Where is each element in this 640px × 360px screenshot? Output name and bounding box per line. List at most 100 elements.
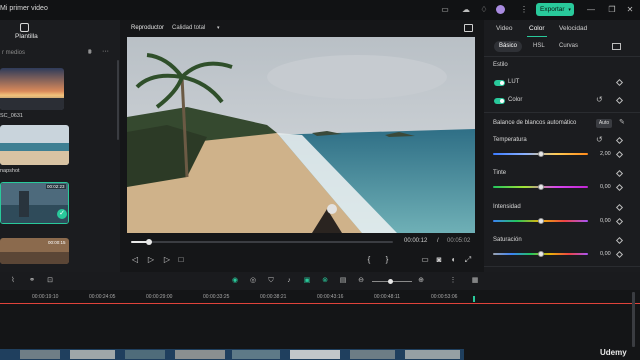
eyedropper-icon[interactable]: ✎ [619,118,625,126]
video-track-clip[interactable] [0,349,464,360]
display-icon[interactable]: ▭ [420,255,430,265]
white-balance-label: Balance de blancos automático [493,120,577,126]
cloud-icon[interactable]: ☁ [460,4,472,16]
more-icon[interactable]: ··· [102,48,109,55]
close-icon[interactable]: ✕ [624,4,636,16]
media-item-label: napshot [0,168,20,174]
quality-select[interactable]: Calidad total ▾ [172,25,220,31]
export-label: Exportar [540,6,565,13]
window-title: Mi primer video [0,5,48,12]
tab-color[interactable]: Color [529,25,545,32]
reset-icon[interactable]: ↺ [596,95,603,104]
layout-icon[interactable]: ▦ [470,276,480,286]
tab-video[interactable]: Video [496,25,513,32]
ruler-tick-label: 00:00:24:05 [89,294,116,300]
quality-value: Calidad total [172,25,206,31]
timeline-playhead[interactable] [0,303,640,304]
avatar[interactable] [496,5,505,14]
slider-knob[interactable] [537,184,544,190]
divider [484,56,640,57]
divider [484,112,640,113]
subtitle-icon[interactable]: ▤ [338,276,348,286]
subtab-basico[interactable]: Básico [494,41,523,52]
play-icon[interactable]: ▷ [162,255,172,265]
record-icon[interactable]: ◎ [248,276,258,286]
playback-scrubber[interactable] [146,239,153,245]
ruler-tick-label: 00:00:38:21 [260,294,287,300]
properties-panel [484,20,640,272]
ruler-tick-label: 00:00:43:16 [317,294,344,300]
zoom-in-icon[interactable]: ⊕ [416,276,426,286]
search-input[interactable]: r medios [2,50,25,56]
volume-icon[interactable]: ◖ [448,255,458,265]
tab-plantilla[interactable]: Plantilla [15,33,38,40]
subtab-curvas[interactable]: Curvas [554,41,583,52]
watermark-logo: Udemy [600,348,627,357]
playback-progress-track[interactable] [131,241,393,243]
lut-label: LUT [508,79,520,85]
ruler-tick-label: 00:00:33:25 [203,294,230,300]
chevron-down-icon: ▾ [568,7,571,13]
duration-badge: 00:00:15 [48,240,66,245]
split-icon[interactable]: ⌇ [8,276,18,286]
ruler-tick-label: 00:00:29:00 [146,294,173,300]
color-label: Color [508,97,523,103]
video-preview[interactable] [127,37,475,233]
timeline-scrollbar[interactable] [632,292,635,347]
zoom-out-icon[interactable]: ⊖ [356,276,366,286]
ai-icon[interactable]: ◉ [230,276,240,286]
camera-icon[interactable]: ◙ [434,255,444,265]
template-icon[interactable] [20,23,29,32]
step-back-icon[interactable]: ◁ [130,255,140,265]
color-toggle[interactable] [494,98,505,104]
duration-badge: 00:02:23 [46,184,66,189]
fullscreen-icon[interactable]: ⤢ [463,255,473,265]
step-play-icon[interactable]: ▷ [146,255,156,265]
screen-icon[interactable]: ▭ [439,4,451,16]
total-time: 00:05:02 [447,238,471,244]
track-lock-icon[interactable] [473,296,475,302]
export-button[interactable]: Exportar ▾ [536,3,574,16]
scrollbar[interactable] [117,60,119,140]
ruler-tick-label: 00:00:48:11 [374,294,401,300]
slider-label: Saturación [493,237,522,243]
subtab-hsl[interactable]: HSL [528,41,550,52]
detach-icon[interactable]: ⊡ [45,276,55,286]
restore-icon[interactable]: ❐ [606,4,618,16]
slider-label: Intensidad [493,204,521,210]
effects-icon[interactable]: ⊗ [320,276,330,286]
sticker-icon[interactable]: ▣ [302,276,312,286]
slider-label: Temperatura [493,137,527,143]
notification-icon[interactable]: ♢ [478,4,490,16]
stop-icon[interactable]: □ [176,255,186,265]
section-estilo: Estilo [493,62,508,68]
minimize-icon[interactable]: — [585,4,597,16]
more-icon[interactable]: ⋮ [518,4,530,16]
time-separator: / [437,238,439,244]
zoom-knob[interactable] [388,279,393,284]
snapshot-icon[interactable] [464,24,473,32]
grid-icon[interactable]: ⋮ [448,276,458,286]
mark-in-icon[interactable]: { [364,255,374,265]
auto-button[interactable]: Auto [596,119,612,128]
mic-icon[interactable]: ♪ [284,276,294,286]
media-thumbnail[interactable] [0,125,69,165]
media-thumbnail[interactable] [0,68,64,110]
slider-knob[interactable] [537,218,544,224]
slider-knob[interactable] [537,251,544,257]
filter-icon[interactable]: ⩩ [88,49,92,57]
current-time: 00:00:12 [404,238,428,244]
shield-icon[interactable]: ⛉ [266,276,276,286]
media-item-label: SC_0631 [0,113,23,119]
ruler-tick-label: 00:00:19:10 [32,294,59,300]
chevron-down-icon: ▾ [217,25,220,31]
divider [484,266,640,267]
tab-velocidad[interactable]: Velocidad [559,25,587,32]
active-tab-indicator [527,36,547,37]
link-icon[interactable]: ⚭ [27,276,37,286]
compare-icon[interactable] [612,43,621,50]
lut-toggle[interactable] [494,80,505,86]
mark-out-icon[interactable]: } [382,255,392,265]
reset-icon[interactable]: ↺ [596,135,603,144]
media-search[interactable]: r medios [0,48,86,59]
